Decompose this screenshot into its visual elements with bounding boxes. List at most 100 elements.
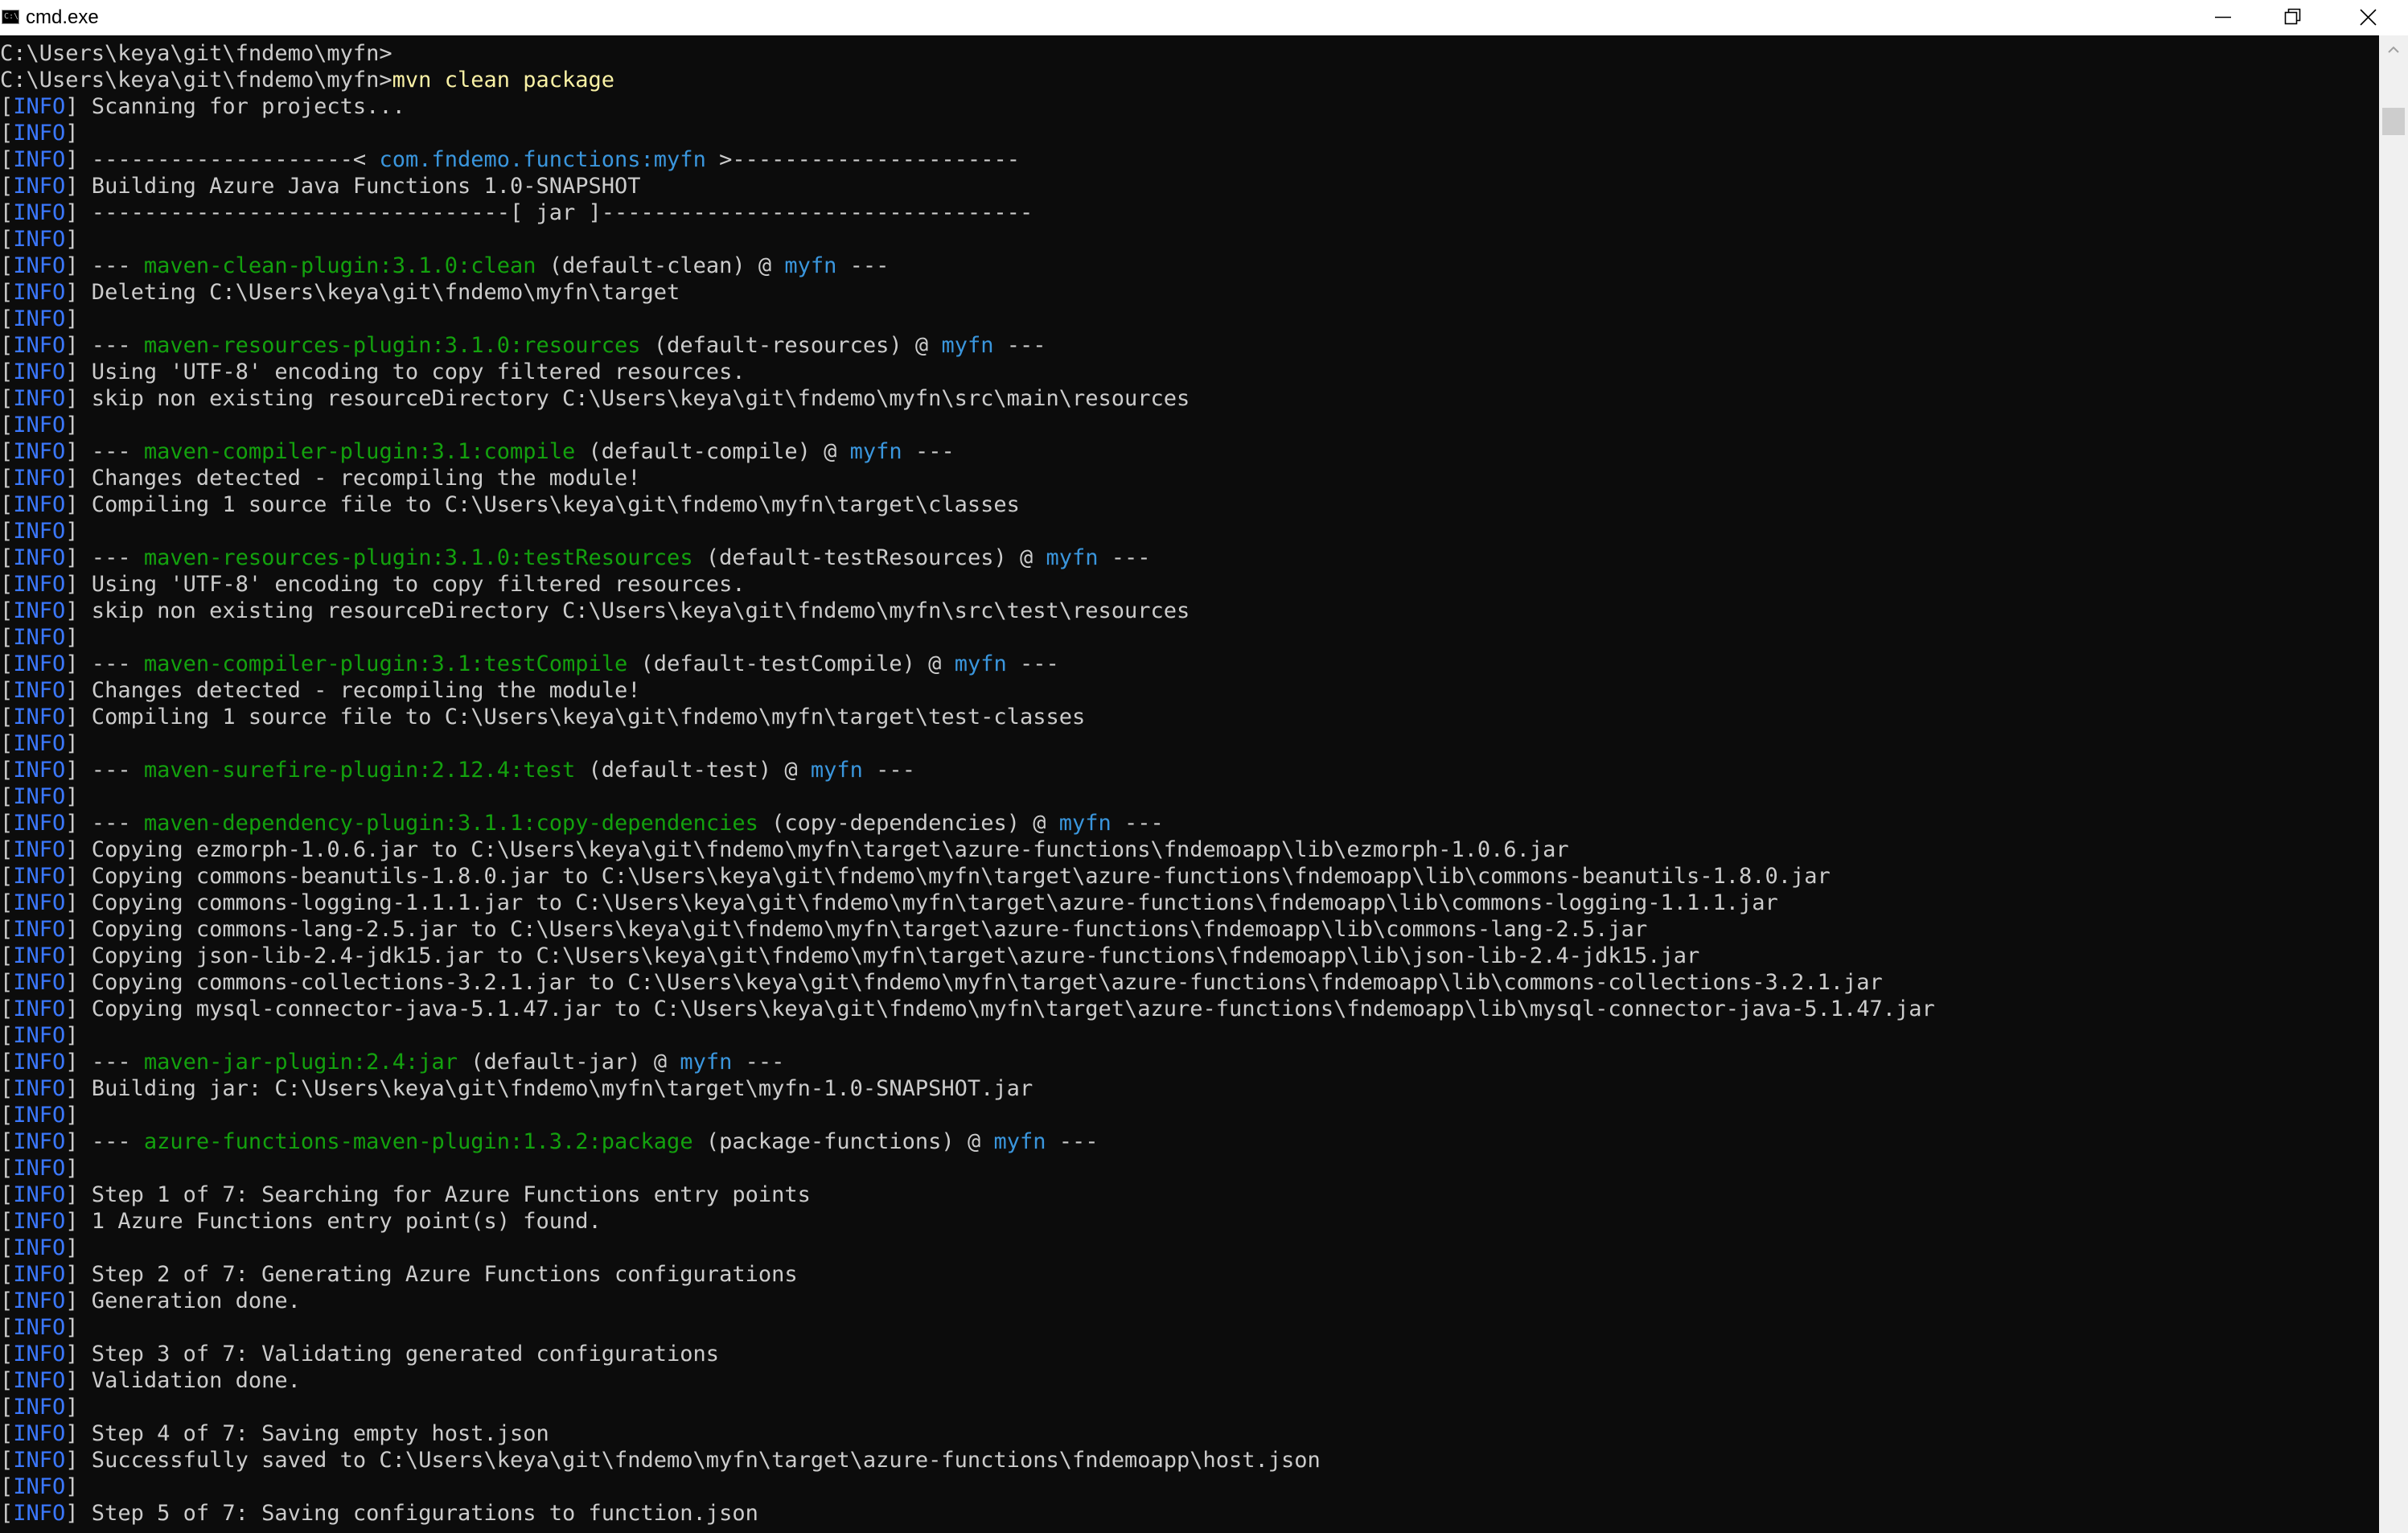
log-text: ] Deleting C:\Users\keya\git\fndemo\myfn… [65,280,680,305]
log-text: --- [1111,811,1164,836]
log-text: ] Copying commons-logging-1.1.1.jar to C… [65,890,1778,915]
log-text: ] Step 5 of 7: Saving configurations to … [65,1501,758,1526]
log-level-info: INFO [13,651,66,676]
log-text: [ [0,837,14,862]
scroll-up-button[interactable] [2379,35,2408,64]
log-text: ] [65,1103,79,1128]
console-line: [INFO] --------------------< com.fndemo.… [0,146,1935,173]
log-level-info: INFO [13,280,66,305]
log-level-info: INFO [13,174,66,199]
console-window: C:\ cmd.exe C:\Users\keya\git\fndemo\myf… [0,0,2408,1533]
log-text: ] Generation done. [65,1288,301,1313]
log-level-info: INFO [13,572,66,597]
plugin-goal: maven-compiler-plugin:3.1:compile [143,439,576,464]
log-text: (copy-dependencies) @ [758,811,1059,836]
log-text: ] [65,1235,79,1260]
console-line: C:\Users\keya\git\fndemo\myfn>mvn clean … [0,67,1935,93]
log-text: ] Copying commons-lang-2.5.jar to C:\Use… [65,917,1648,942]
console-line: [INFO] skip non existing resourceDirecto… [0,598,1935,624]
log-level-info: INFO [13,1368,66,1393]
plugin-goal: maven-resources-plugin:3.1.0:testResourc… [143,545,693,570]
console-line: [INFO] Compiling 1 source file to C:\Use… [0,491,1935,518]
console-line: [INFO] Generation done. [0,1288,1935,1314]
log-text: ] --- [65,811,144,836]
log-level-info: INFO [13,970,66,995]
console-line: [INFO] Copying commons-logging-1.1.1.jar… [0,890,1935,916]
log-level-info: INFO [13,386,66,411]
log-text: ] Step 1 of 7: Searching for Azure Funct… [65,1182,811,1207]
log-level-info: INFO [13,360,66,384]
log-text: [ [0,386,14,411]
console-line: [INFO] [0,1235,1935,1261]
plugin-goal: maven-dependency-plugin:3.1.1:copy-depen… [143,811,758,836]
log-text: ] Using 'UTF-8' encoding to copy filtere… [65,360,746,384]
log-text: [ [0,174,14,199]
log-level-info: INFO [13,1342,66,1367]
log-text: ] skip non existing resourceDirectory C:… [65,386,1190,411]
log-text: ] Copying ezmorph-1.0.6.jar to C:\Users\… [65,837,1569,862]
log-text: ] Changes detected - recompiling the mod… [65,466,641,491]
artifact-id: myfn [680,1050,733,1075]
restore-icon [2284,8,2301,25]
log-text: [ [0,147,14,172]
log-level-info: INFO [13,1395,66,1420]
log-level-info: INFO [13,466,66,491]
log-text: [ [0,1288,14,1313]
log-text: (default-jar) @ [457,1050,680,1075]
log-text: [ [0,1076,14,1101]
log-level-info: INFO [13,1262,66,1287]
log-level-info: INFO [13,678,66,703]
log-text: [ [0,227,14,252]
log-level-info: INFO [13,94,66,119]
log-text: ] [65,625,79,650]
plugin-goal: maven-resources-plugin:3.1.0:resources [143,333,641,358]
log-text: [ [0,651,14,676]
plugin-goal: maven-surefire-plugin:2.12.4:test [143,758,576,783]
terminal-output[interactable]: C:\Users\keya\git\fndemo\myfn> C:\Users\k… [0,35,2379,1533]
log-text: [ [0,306,14,331]
log-level-info: INFO [13,1209,66,1234]
console-line: [INFO] [0,1473,1935,1500]
log-text: ] Building jar: C:\Users\keya\git\fndemo… [65,1076,1033,1101]
log-text: ] --- [65,1129,144,1154]
console-line: [INFO] Step 5 of 7: Saving configuration… [0,1500,1935,1527]
log-text: ] --- [65,253,144,278]
log-text: ] [65,1023,79,1048]
log-text: ] Step 4 of 7: Saving empty host.json [65,1421,549,1446]
log-text: ] Copying commons-collections-3.2.1.jar … [65,970,1883,995]
console-line: [INFO] --- maven-compiler-plugin:3.1:tes… [0,651,1935,677]
scroll-thumb[interactable] [2382,108,2405,135]
log-level-info: INFO [13,1501,66,1526]
log-text: [ [0,413,14,438]
minimize-button[interactable] [2183,0,2257,35]
plugin-goal: maven-compiler-plugin:3.1:testCompile [143,651,628,676]
log-text: [ [0,1448,14,1473]
log-text: [ [0,997,14,1021]
artifact-id: com.fndemo.functions:myfn [379,147,706,172]
log-text: ] Compiling 1 source file to C:\Users\ke… [65,705,1086,730]
console-line: [INFO] [0,730,1935,757]
console-line: [INFO] [0,518,1935,545]
console-line: [INFO] [0,624,1935,651]
log-text: ] [65,1315,79,1340]
log-text: --- [902,439,955,464]
artifact-id: myfn [941,333,994,358]
log-text: ] Copying commons-beanutils-1.8.0.jar to… [65,864,1831,889]
log-text: ] [65,1395,79,1420]
vertical-scrollbar[interactable] [2379,35,2408,1533]
log-text: ] Copying mysql-connector-java-5.1.47.ja… [65,997,1935,1021]
console-line: [INFO] Copying ezmorph-1.0.6.jar to C:\U… [0,836,1935,863]
log-text: (default-testResources) @ [692,545,1046,570]
title-bar[interactable]: C:\ cmd.exe [0,0,2408,35]
log-text: ] Successfully saved to C:\Users\keya\gi… [65,1448,1321,1473]
console-line: [INFO] --- azure-functions-maven-plugin:… [0,1128,1935,1155]
restore-button[interactable] [2257,0,2331,35]
log-text: ] Copying json-lib-2.4-jdk15.jar to C:\U… [65,943,1700,968]
log-level-info: INFO [13,439,66,464]
log-text: [ [0,333,14,358]
log-text: (default-compile) @ [575,439,850,464]
close-button[interactable] [2331,0,2405,35]
log-text: ] --------------------< [65,147,380,172]
log-text: (default-clean) @ [536,253,785,278]
log-text: ] 1 Azure Functions entry point(s) found… [65,1209,602,1234]
